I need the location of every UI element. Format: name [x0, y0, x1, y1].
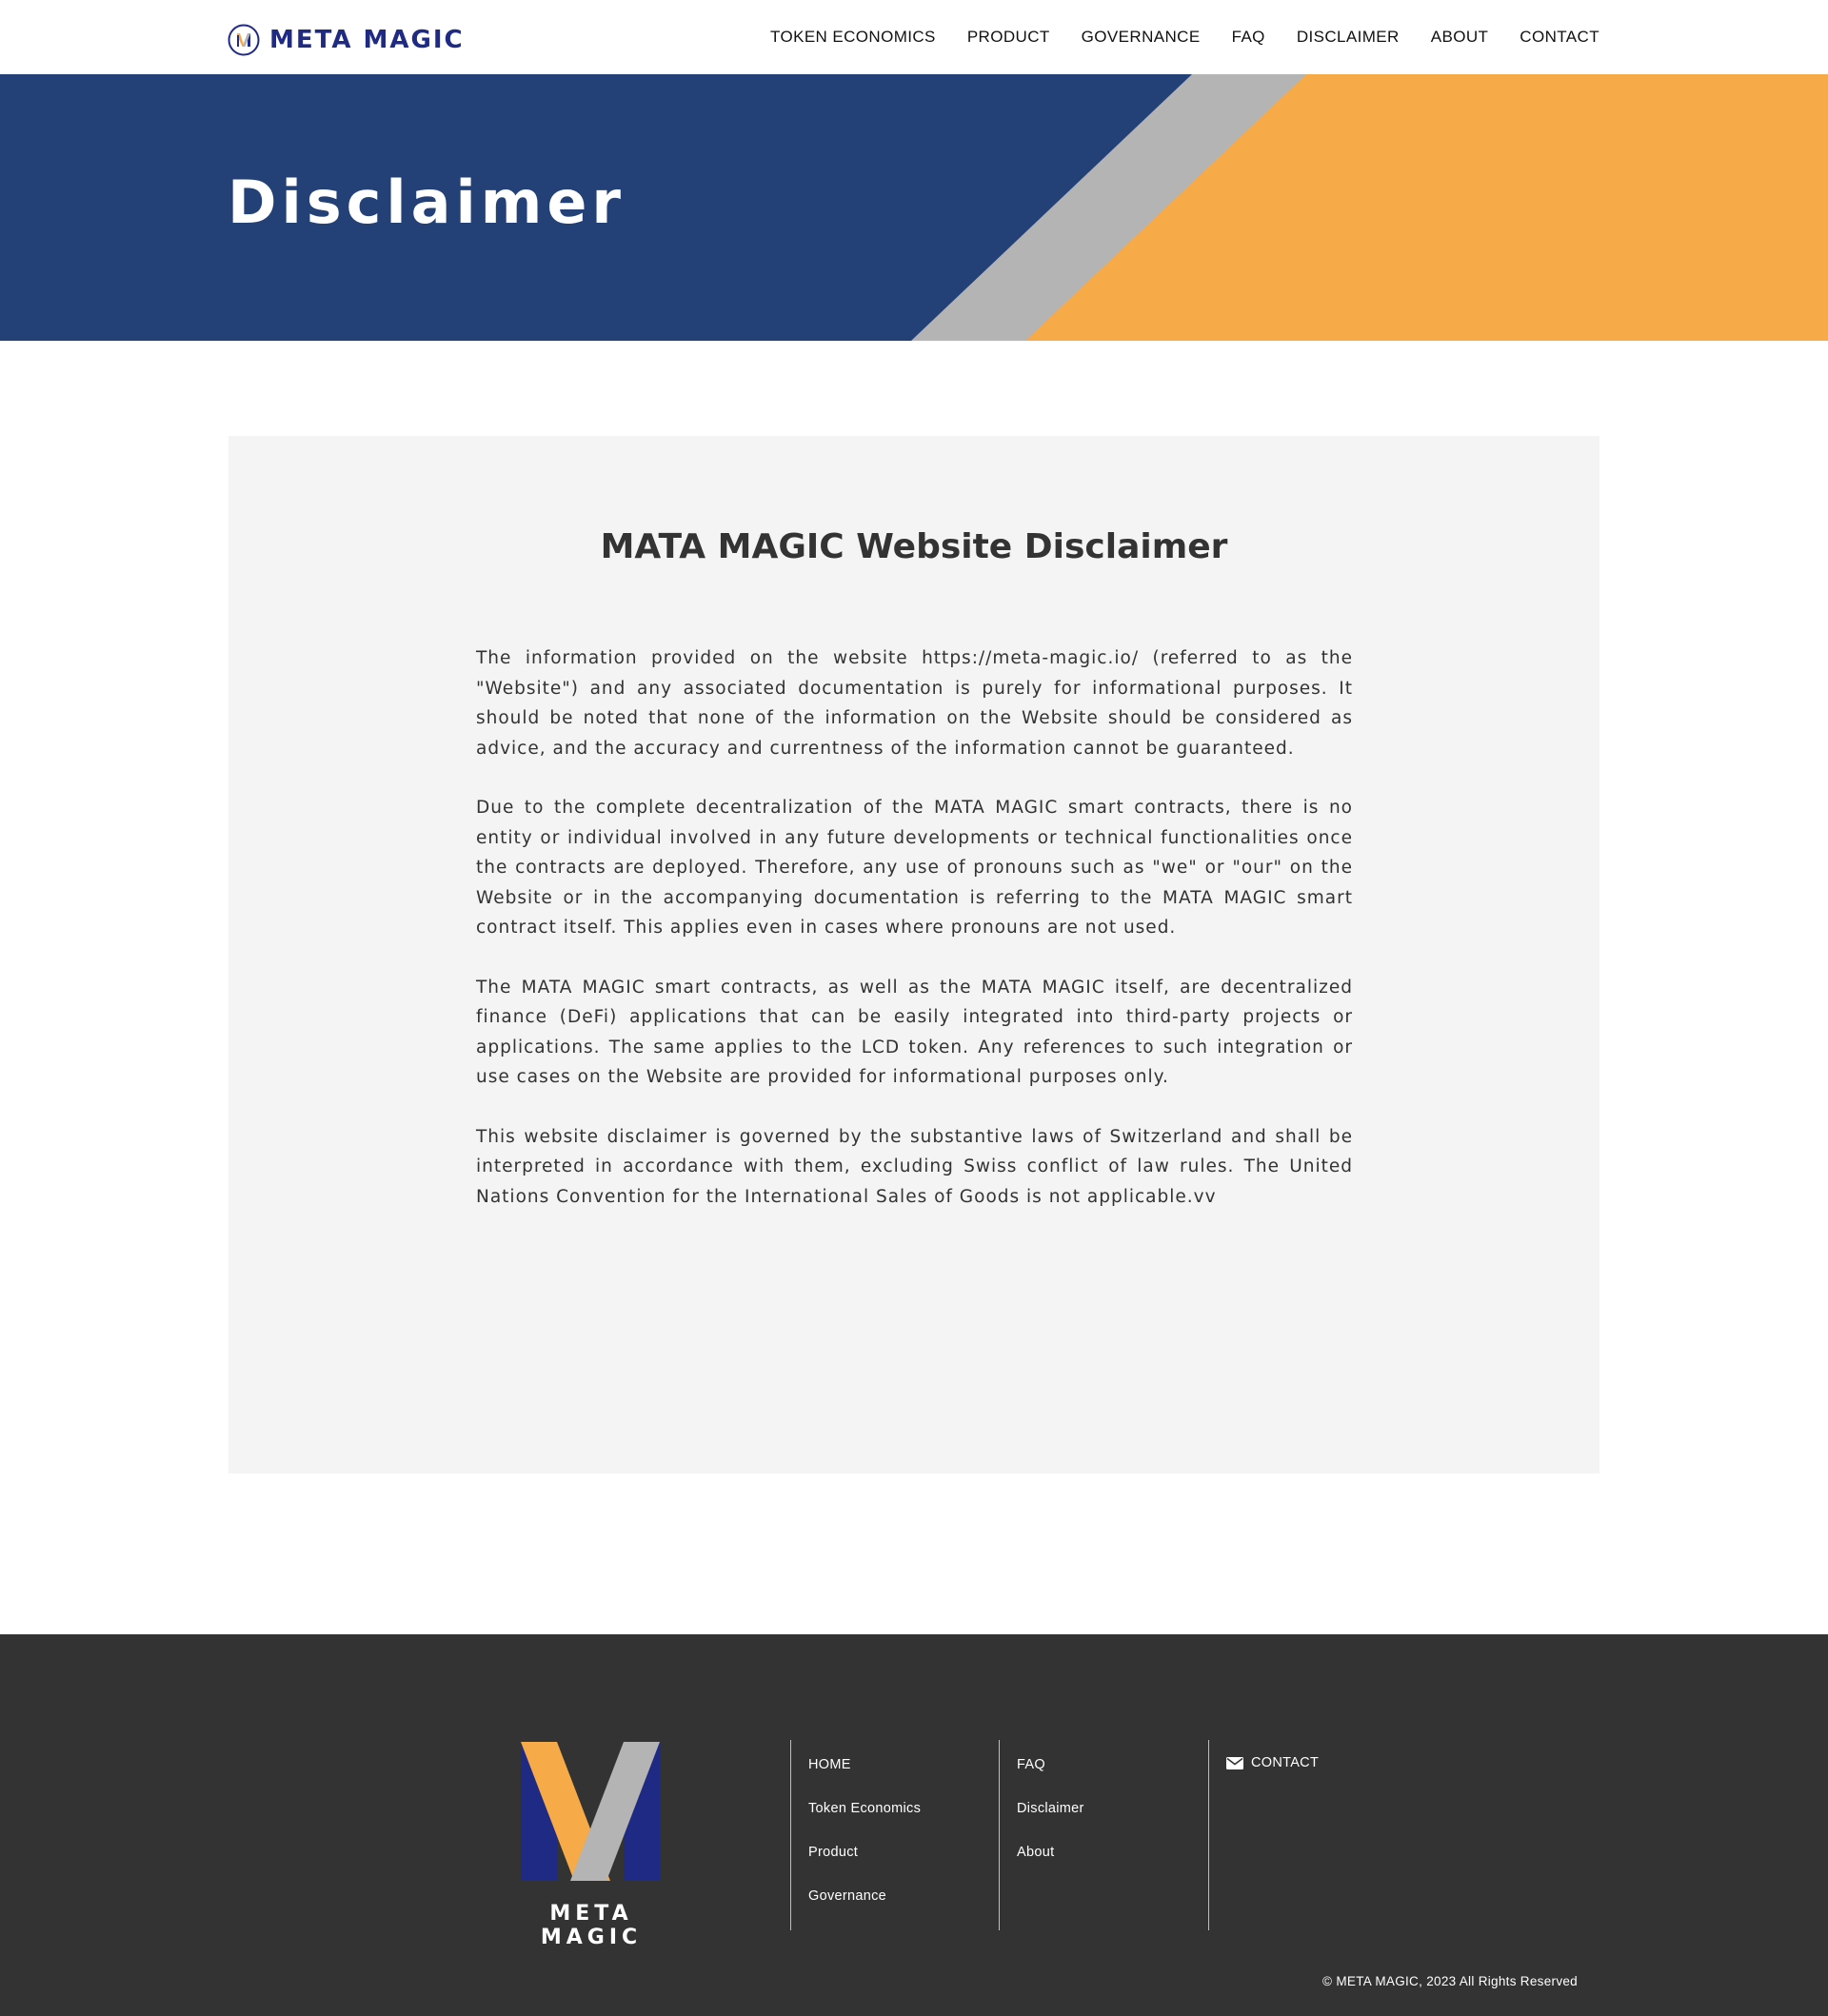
footer-link-home[interactable]: HOME [808, 1757, 921, 1801]
meta-magic-m-logo-icon [521, 1742, 660, 1881]
footer-contact-link[interactable]: CONTACT [1226, 1755, 1319, 1770]
footer-links-col-2: FAQ Disclaimer About [999, 1740, 1084, 1930]
envelope-icon [1226, 1756, 1243, 1769]
disclaimer-heading: MATA MAGIC Website Disclaimer [600, 527, 1228, 566]
footer-link-governance[interactable]: Governance [808, 1888, 921, 1932]
footer-brand-name: META MAGIC [540, 1902, 643, 1949]
nav-item-disclaimer[interactable]: DISCLAIMER [1297, 28, 1400, 47]
nav-item-contact[interactable]: CONTACT [1520, 28, 1600, 47]
hero-banner: Disclaimer [0, 74, 1828, 341]
footer-link-faq[interactable]: FAQ [1017, 1757, 1084, 1801]
footer-logo: META MAGIC [506, 1742, 677, 1949]
nav-item-about[interactable]: ABOUT [1431, 28, 1489, 47]
footer-contact-col: CONTACT [1208, 1740, 1319, 1930]
footer-contact-label: CONTACT [1251, 1755, 1320, 1770]
brand-name: META MAGIC [269, 26, 465, 54]
footer-links-col-1: HOME Token Economics Product Governance [790, 1740, 921, 1930]
footer-link-disclaimer[interactable]: Disclaimer [1017, 1801, 1084, 1845]
nav-item-product[interactable]: PRODUCT [967, 28, 1050, 47]
disclaimer-card: MATA MAGIC Website Disclaimer The inform… [228, 436, 1600, 1473]
disclaimer-paragraph: Due to the complete decentralization of … [476, 798, 1353, 938]
footer-link-product[interactable]: Product [808, 1845, 921, 1888]
nav-item-faq[interactable]: FAQ [1232, 28, 1265, 47]
nav-item-token-economics[interactable]: TOKEN ECONOMICS [770, 28, 936, 47]
footer-link-about[interactable]: About [1017, 1845, 1084, 1888]
site-header: META MAGIC TOKEN ECONOMICS PRODUCT GOVER… [0, 0, 1828, 74]
footer-link-token-economics[interactable]: Token Economics [808, 1801, 921, 1845]
disclaimer-paragraph: The information provided on the website … [476, 648, 1353, 759]
nav-item-governance[interactable]: GOVERNANCE [1082, 28, 1201, 47]
disclaimer-body: The information provided on the website … [476, 643, 1353, 1241]
meta-magic-logo-icon [228, 24, 260, 56]
disclaimer-paragraph: This website disclaimer is governed by t… [476, 1126, 1353, 1207]
page-title: Disclaimer [228, 168, 626, 237]
main-nav: TOKEN ECONOMICS PRODUCT GOVERNANCE FAQ D… [739, 0, 1600, 74]
copyright-text: © META MAGIC, 2023 All Rights Reserved [1322, 1974, 1578, 1988]
brand-logo-link[interactable]: META MAGIC [228, 23, 465, 57]
site-footer: META MAGIC HOME Token Economics Product … [0, 1634, 1828, 2016]
disclaimer-paragraph: The MATA MAGIC smart contracts, as well … [476, 977, 1353, 1088]
